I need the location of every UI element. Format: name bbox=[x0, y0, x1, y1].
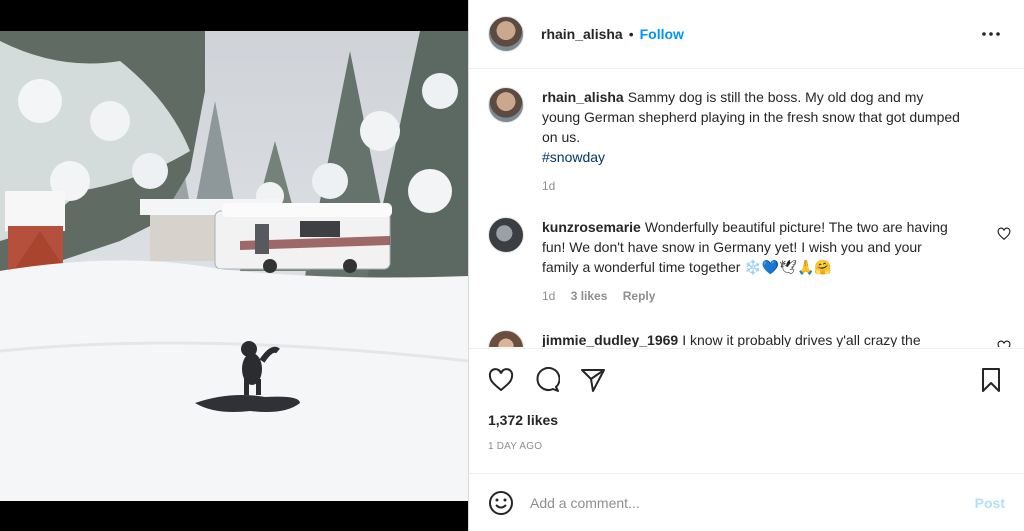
likes-count[interactable]: 1,372 likes bbox=[488, 412, 558, 428]
snow-scene-image bbox=[0, 31, 468, 501]
share-paper-plane-icon[interactable] bbox=[579, 366, 607, 394]
author-avatar[interactable] bbox=[488, 16, 524, 52]
comments-list[interactable]: rhain_alisha Sammy dog is still the boss.… bbox=[469, 70, 1024, 347]
post-photo[interactable] bbox=[0, 31, 468, 501]
caption-body: rhain_alisha Sammy dog is still the boss.… bbox=[542, 87, 962, 196]
commenter-avatar[interactable] bbox=[488, 330, 524, 347]
author-username[interactable]: rhain_alisha bbox=[541, 26, 623, 42]
caption-username[interactable]: rhain_alisha bbox=[542, 89, 624, 105]
comment-text: I know it probably drives y'all crazy th… bbox=[682, 332, 921, 347]
caption-avatar[interactable] bbox=[488, 87, 524, 123]
like-comment-heart-icon[interactable] bbox=[997, 340, 1011, 347]
more-horizontal-icon[interactable] bbox=[979, 22, 1003, 46]
caption-meta: 1d bbox=[542, 176, 962, 196]
follow-button[interactable]: Follow bbox=[640, 26, 684, 42]
emoji-icon[interactable] bbox=[488, 490, 514, 516]
post-comment-button[interactable]: Post bbox=[975, 495, 1005, 511]
reply-button[interactable]: Reply bbox=[623, 289, 656, 303]
post-media bbox=[0, 0, 468, 531]
add-comment-bar: Post bbox=[469, 473, 1024, 531]
comment-username[interactable]: jimmie_dudley_1969 bbox=[542, 332, 678, 347]
save-bookmark-icon[interactable] bbox=[977, 366, 1005, 394]
like-heart-icon[interactable] bbox=[487, 366, 515, 394]
post-actions: 1,372 likes 1 DAY AGO bbox=[469, 348, 1024, 473]
comment-time[interactable]: 1d bbox=[542, 289, 555, 303]
caption-time[interactable]: 1d bbox=[542, 179, 555, 193]
comment-input[interactable] bbox=[530, 494, 950, 511]
post-details-panel: rhain_alisha • Follow rhain_alisha Sammy … bbox=[468, 0, 1024, 531]
comment-meta: 1d 3 likes Reply bbox=[542, 286, 962, 306]
commenter-avatar[interactable] bbox=[488, 217, 524, 253]
comment-username[interactable]: kunzrosemarie bbox=[542, 219, 641, 235]
comment-body: jimmie_dudley_1969 I know it probably dri… bbox=[542, 330, 962, 347]
like-comment-heart-icon[interactable] bbox=[997, 227, 1011, 241]
comment-body: kunzrosemarie Wonderfully beautiful pictu… bbox=[542, 217, 962, 306]
action-icons bbox=[487, 366, 607, 394]
post-date[interactable]: 1 DAY AGO bbox=[488, 441, 542, 452]
comment-item: kunzrosemarie Wonderfully beautiful pictu… bbox=[488, 217, 1008, 306]
comment-bubble-icon[interactable] bbox=[533, 366, 561, 394]
post-header: rhain_alisha • Follow bbox=[469, 0, 1024, 69]
separator-dot: • bbox=[628, 26, 634, 42]
comment-item: jimmie_dudley_1969 I know it probably dri… bbox=[488, 330, 1008, 347]
caption-hashtag[interactable]: #snowday bbox=[542, 147, 962, 167]
caption: rhain_alisha Sammy dog is still the boss.… bbox=[488, 87, 1008, 196]
comment-likes[interactable]: 3 likes bbox=[571, 289, 608, 303]
